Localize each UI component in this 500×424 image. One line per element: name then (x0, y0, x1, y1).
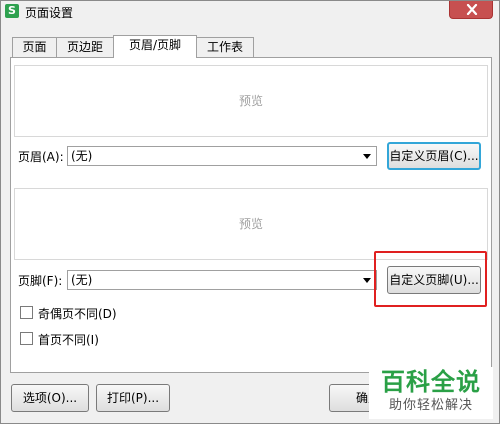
tab-page[interactable]: 页面 (12, 37, 57, 57)
watermark-title: 百科全说 (381, 368, 481, 396)
wps-app-icon: S (5, 4, 19, 18)
header-preview: 预览 (14, 65, 488, 137)
dropdown-arrow-icon (363, 278, 371, 283)
tab-header-footer[interactable]: 页眉/页脚 (113, 35, 197, 58)
print-button[interactable]: 打印(P)... (96, 384, 170, 412)
tab-sheet[interactable]: 工作表 (196, 37, 254, 57)
first-page-label: 首页不同(I) (38, 333, 99, 347)
odd-even-label: 奇偶页不同(D) (38, 307, 117, 321)
footer-preview: 预览 (14, 188, 488, 260)
tab-panel: 预览 页眉(A): (无) 自定义页眉(C)... 预览 页脚(F): (无) … (10, 57, 492, 373)
tab-margins[interactable]: 页边距 (56, 37, 114, 57)
dropdown-arrow-icon (363, 154, 371, 159)
custom-header-button[interactable]: 自定义页眉(C)... (387, 142, 481, 170)
close-button[interactable] (449, 1, 493, 19)
footer-select[interactable]: (无) (67, 270, 377, 290)
options-button[interactable]: 选项(O)... (11, 384, 89, 412)
watermark-logo: 百科全说 助你轻松解决 (369, 367, 493, 419)
title-bar: S 页面设置 (1, 1, 499, 23)
page-setup-dialog: S 页面设置 页面 页边距 页眉/页脚 工作表 预览 页眉(A): (无) 自定… (0, 0, 500, 424)
header-select-value: (无) (71, 149, 93, 163)
footer-select-value: (无) (71, 273, 93, 287)
header-label: 页眉(A): (18, 150, 64, 164)
close-icon (466, 4, 478, 15)
footer-label: 页脚(F): (18, 274, 63, 288)
window-title: 页面设置 (25, 6, 74, 20)
odd-even-checkbox[interactable] (20, 306, 33, 319)
first-page-checkbox[interactable] (20, 332, 33, 345)
header-select[interactable]: (无) (67, 146, 377, 166)
custom-footer-button[interactable]: 自定义页脚(U)... (387, 266, 481, 294)
watermark-subtitle: 助你轻松解决 (388, 398, 473, 413)
